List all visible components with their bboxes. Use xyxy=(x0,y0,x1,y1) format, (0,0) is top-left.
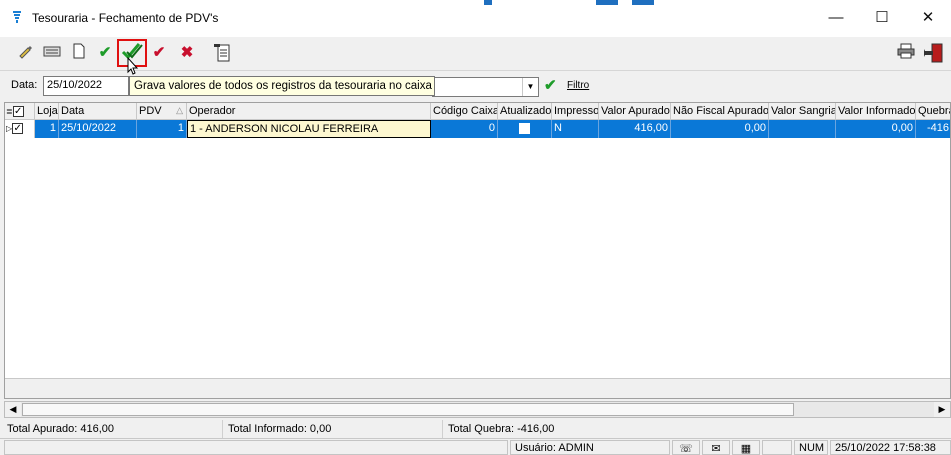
cell-impresso[interactable]: N xyxy=(552,120,599,138)
col-valor-sangria[interactable]: Valor Sangria xyxy=(769,103,836,120)
scroll-left-icon[interactable]: ◀ xyxy=(5,402,21,417)
col-operador[interactable]: Operador xyxy=(187,103,431,120)
chevron-down-icon[interactable]: ▼ xyxy=(522,78,538,96)
cell-data[interactable]: 25/10/2022 xyxy=(59,120,137,138)
select-all-checkbox[interactable]: ✓ xyxy=(12,105,24,117)
status-bar: Usuário: ADMIN ☏ ✉ ▦ NUM 25/10/2022 17:5… xyxy=(0,438,951,455)
phone-icon[interactable]: ☏ xyxy=(672,440,700,455)
total-informado: Total Informado: 0,00 xyxy=(225,420,443,438)
col-codigo-caixa[interactable]: Código Caixa xyxy=(431,103,498,120)
horizontal-scrollbar[interactable]: ◀ ▶ xyxy=(4,401,951,418)
print-icon[interactable] xyxy=(896,43,916,63)
calculator-icon[interactable]: ▦ xyxy=(732,440,760,455)
cell-codigo-caixa[interactable]: 0 xyxy=(431,120,498,138)
status-panel-blank xyxy=(762,440,792,455)
tooltip: Grava valores de todos os registros da t… xyxy=(129,76,435,96)
date-label: Data: xyxy=(11,79,38,91)
cell-quebra[interactable]: -416 xyxy=(916,120,950,138)
totals-bar: Total Apurado: 416,00 Total Informado: 0… xyxy=(0,420,951,438)
taskbar-fragment xyxy=(484,0,492,5)
title-bar: Tesouraria - Fechamento de PDV's — ☐ ✕ xyxy=(0,0,951,37)
taskbar-fragment xyxy=(632,0,654,5)
filter-button[interactable]: Filtro xyxy=(567,80,589,91)
filter-combo[interactable]: ▼ xyxy=(432,77,539,97)
exit-icon[interactable] xyxy=(923,43,944,63)
window-title: Tesouraria - Fechamento de PDV's xyxy=(32,11,219,25)
edit-icon[interactable] xyxy=(15,43,35,63)
pdv-grid: ≣✓ Loja Data PDV △ Operador Código Caixa… xyxy=(4,102,951,399)
col-atualizado[interactable]: Atualizado xyxy=(498,103,552,120)
cell-valor-sangria[interactable] xyxy=(769,120,836,138)
atualizado-checkbox[interactable] xyxy=(519,122,530,134)
grid-header: ≣✓ Loja Data PDV △ Operador Código Caixa… xyxy=(5,103,950,120)
new-document-icon[interactable] xyxy=(69,43,89,63)
cart-icon xyxy=(11,10,25,26)
col-pdv-label: PDV xyxy=(139,105,162,117)
toolbar: ✔ ✔ ✖ xyxy=(0,37,951,70)
tesouraria-window: Tesouraria - Fechamento de PDV's — ☐ ✕ ✔… xyxy=(0,0,951,455)
row-selector[interactable]: ▷✓ xyxy=(5,120,35,138)
minimize-button[interactable]: — xyxy=(813,0,859,37)
grid-footer xyxy=(5,378,950,398)
col-data[interactable]: Data xyxy=(59,103,137,120)
col-loja[interactable]: Loja xyxy=(35,103,59,120)
cancel-icon[interactable]: ✖ xyxy=(177,43,197,63)
filter-apply-icon[interactable]: ✔ xyxy=(544,76,557,94)
cell-atualizado[interactable] xyxy=(498,120,552,138)
cell-pdv[interactable]: 1 xyxy=(137,120,187,138)
cell-loja[interactable]: 1 xyxy=(35,120,59,138)
keyboard-icon[interactable] xyxy=(42,43,62,63)
cell-valor-informado[interactable]: 0,00 xyxy=(836,120,916,138)
confirm-icon[interactable]: ✔ xyxy=(95,43,115,63)
report-icon[interactable] xyxy=(212,43,232,63)
cell-nao-fiscal-apurado[interactable]: 0,00 xyxy=(671,120,769,138)
total-quebra: Total Quebra: -416,00 xyxy=(448,423,555,435)
mouse-cursor-icon xyxy=(127,56,139,75)
table-row[interactable]: ▷✓ 1 25/10/2022 1 1 - ANDERSON NICOLAU F… xyxy=(5,120,950,138)
check-red-icon[interactable]: ✔ xyxy=(149,43,169,63)
col-valor-apurado[interactable]: Valor Apurado xyxy=(599,103,671,120)
col-quebra[interactable]: Quebra xyxy=(916,103,950,120)
cell-valor-apurado[interactable]: 416,00 xyxy=(599,120,671,138)
mail-icon[interactable]: ✉ xyxy=(702,440,730,455)
col-nao-fiscal-apurado[interactable]: Não Fiscal Apurado xyxy=(671,103,769,120)
scrollbar-thumb[interactable] xyxy=(22,403,794,416)
col-pdv[interactable]: PDV △ xyxy=(137,103,187,120)
select-all-header[interactable]: ≣✓ xyxy=(5,103,35,120)
scroll-right-icon[interactable]: ▶ xyxy=(934,402,950,417)
col-valor-informado[interactable]: Valor Informado xyxy=(836,103,916,120)
maximize-button[interactable]: ☐ xyxy=(859,0,905,37)
date-field[interactable]: 25/10/2022 xyxy=(43,76,129,96)
col-impresso[interactable]: Impresso xyxy=(552,103,599,120)
status-datetime: 25/10/2022 17:58:38 xyxy=(830,440,951,455)
status-user: Usuário: ADMIN xyxy=(510,440,670,455)
taskbar-fragment xyxy=(596,0,618,5)
cell-operador[interactable]: 1 - ANDERSON NICOLAU FERREIRA xyxy=(187,120,431,138)
total-apurado: Total Apurado: 416,00 xyxy=(4,420,223,438)
status-num: NUM xyxy=(794,440,828,455)
row-checkbox[interactable]: ✓ xyxy=(12,122,24,134)
status-panel-empty xyxy=(4,440,508,455)
close-button[interactable]: ✕ xyxy=(905,0,951,37)
sort-ascending-icon: △ xyxy=(176,105,183,115)
indicator-icon: ≣ xyxy=(6,107,13,116)
